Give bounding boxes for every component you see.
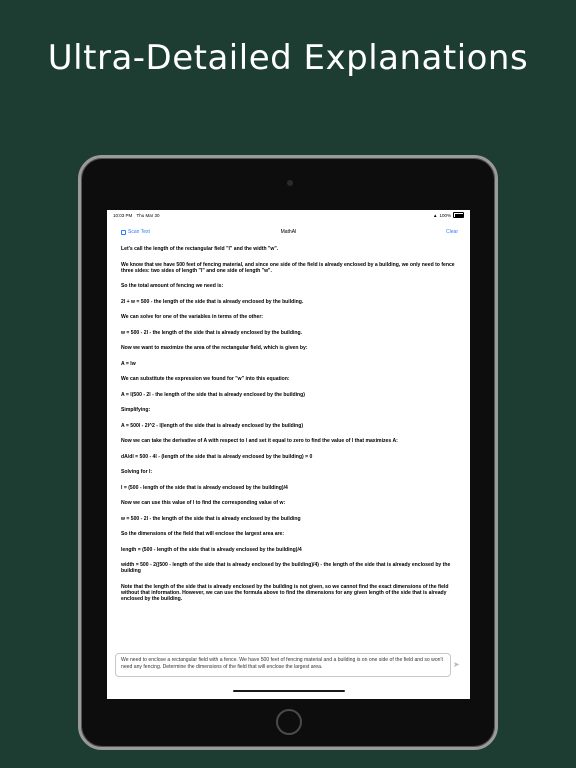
- explanation-paragraph: A = lw: [121, 360, 136, 367]
- explanation-paragraph: We can solve for one of the variables in…: [121, 314, 263, 321]
- status-date: Thu Mar 30: [136, 212, 160, 218]
- status-bar: 10:03 PM Thu Mar 30 ▲ 100%: [107, 210, 470, 220]
- explanation-paragraph: We know that we have 500 feet of fencing…: [121, 261, 455, 274]
- explanation-paragraph: l = (500 - length of the side that is al…: [121, 484, 288, 491]
- headline: Ultra-Detailed Explanations: [47, 38, 529, 78]
- battery-percent: 100%: [439, 212, 451, 218]
- explanation-paragraph: Let's call the length of the rectangular…: [121, 246, 279, 252]
- explanation-paragraph: A = 500l - 2l^2 - l(length of the side t…: [121, 422, 304, 429]
- explanation-text: Let's call the length of the rectangular…: [121, 246, 459, 612]
- explanation-paragraph: w = 500 - 2l - the length of the side th…: [121, 329, 303, 336]
- explanation-paragraph: length = (500 - length of the side that …: [121, 546, 302, 553]
- explanation-paragraph: So the dimensions of the field that will…: [121, 531, 285, 538]
- home-button[interactable]: [276, 709, 302, 735]
- explanation-paragraph: We can substitute the expression we foun…: [121, 376, 290, 383]
- explanation-paragraph: Now we can take the derivative of A with…: [121, 438, 398, 445]
- explanation-paragraph: w = 500 - 2l - the length of the side th…: [121, 515, 301, 522]
- nav-bar: Scan Text MathAI Clear: [107, 226, 470, 240]
- clear-button[interactable]: Clear: [446, 229, 458, 235]
- wifi-icon: ▲: [433, 212, 438, 218]
- explanation-paragraph: So the total amount of fencing we need i…: [121, 283, 224, 290]
- app-screen: 10:03 PM Thu Mar 30 ▲ 100% Scan Text Mat…: [107, 210, 470, 699]
- explanation-paragraph: Simplifying:: [121, 407, 151, 414]
- explanation-paragraph: Now we want to maximize the area of the …: [121, 345, 308, 352]
- question-input[interactable]: We need to enclose a rectangular field w…: [115, 653, 451, 677]
- nav-title: MathAI: [280, 229, 297, 235]
- explanation-paragraph: 2l + w = 500 - the length of the side th…: [121, 298, 304, 305]
- explanation-paragraph: dA/dl = 500 - 4l - (length of the side t…: [121, 453, 313, 460]
- explanation-paragraph: Note that the length of the side that is…: [121, 583, 449, 603]
- send-icon[interactable]: ➤: [453, 661, 462, 669]
- home-indicator: [233, 690, 345, 692]
- camera: [287, 180, 293, 186]
- explanation-paragraph: Now we can use this value of l to find t…: [121, 500, 286, 507]
- ipad-frame: 10:03 PM Thu Mar 30 ▲ 100% Scan Text Mat…: [78, 155, 498, 750]
- status-time: 10:03 PM: [113, 212, 133, 218]
- explanation-paragraph: A = l(500 - 2l - the length of the side …: [121, 391, 305, 398]
- explanation-paragraph: Solving for l:: [121, 469, 153, 476]
- battery-icon: [453, 212, 464, 218]
- explanation-paragraph: width = 500 - 2((500 - length of the sid…: [121, 562, 451, 575]
